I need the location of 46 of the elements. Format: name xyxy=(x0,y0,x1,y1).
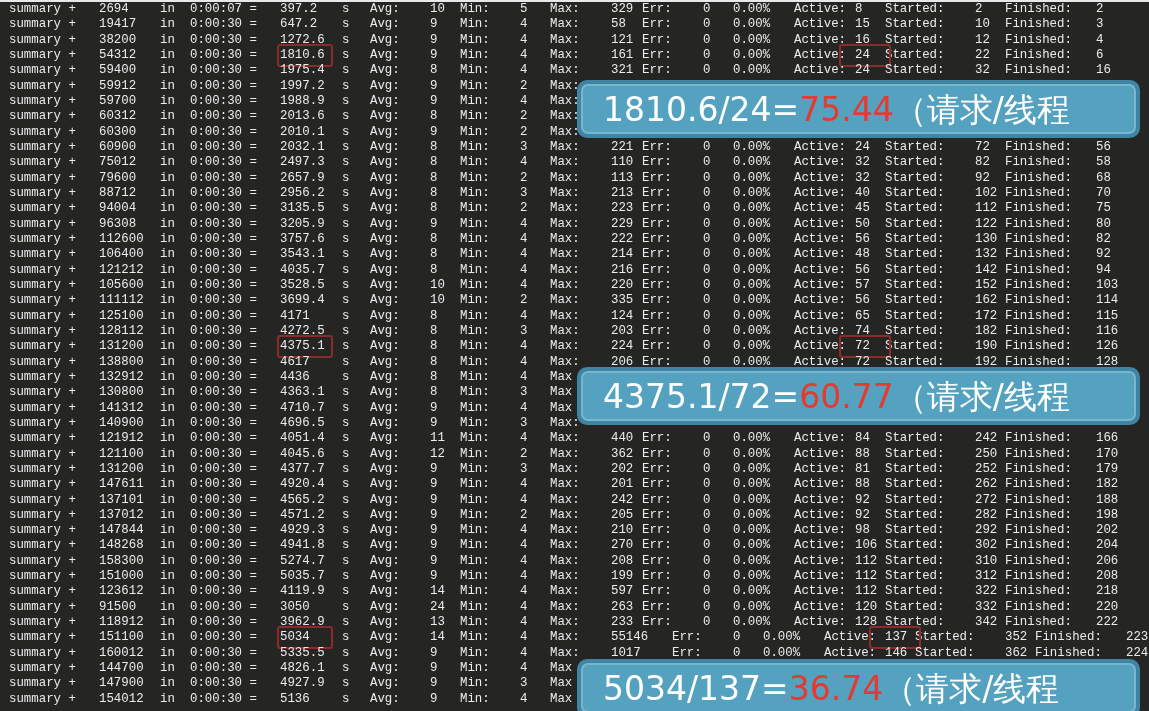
log-line: summary + 138800 in 0:00:30 = 4617 s Avg: 8 Min: 4 Max: 206 Err: 0 0.00% Active: 72 Started: 192 Finished: 128 xyxy=(9,354,1120,370)
log-line: summary + 96308 in 0:00:30 = 3205.9 s Avg: 9 Min: 4 Max: 229 Err: 0 0.00% Active: 50 Started: 122 Finished: 80 xyxy=(9,216,1112,232)
formula-text: 1810.6/24=75.44（请求/线程 xyxy=(603,92,1070,126)
log-line: summary + 118912 in 0:00:30 = 3962.9 s Avg: 13 Min: 4 Max: 233 Err: 0 0.00% Active: 128 Started: 342 Finished: 222 xyxy=(9,615,1120,631)
log-line: summary + 137012 in 0:00:30 = 4571.2 s Avg: 9 Min: 2 Max: 205 Err: 0 0.00% Active: 92 Started: 282 Finished: 198 xyxy=(9,507,1120,524)
formula-text: 4375.1/72=60.77（请求/线程 xyxy=(603,379,1070,413)
log-line: summary + 147900 in 0:00:30 = 4927.9 s Avg: 9 Min: 3 Max xyxy=(9,676,574,692)
log-line: summary + 19417 in 0:00:30 = 647.2 s Avg: 9 Min: 4 Max: 58 Err: 0 0.00% Active: 15 Started: 10 Finished: 3 xyxy=(9,17,1105,33)
log-line: summary + 147611 in 0:00:30 = 4920.4 s Avg: 9 Min: 4 Max: 201 Err: 0 0.00% Active: 88 Started: 262 Finished: 182 xyxy=(9,477,1120,493)
log-line: summary + 137101 in 0:00:30 = 4565.2 s Avg: 9 Min: 4 Max: 242 Err: 0 0.00% Active: 92 Started: 272 Finished: 188 xyxy=(9,492,1120,508)
log-line: summary + 59700 in 0:00:30 = 1988.9 s Avg: 9 Min: 4 Max: xyxy=(9,93,581,110)
log-line: summary + 132912 in 0:00:30 = 4436 s Avg: 8 Min: 4 Max xyxy=(9,369,574,386)
log-line: summary + 128112 in 0:00:30 = 4272.5 s Avg: 8 Min: 3 Max: 203 Err: 0 0.00% Active: 74 Started: 182 Finished: 116 xyxy=(9,323,1120,340)
log-line: summary + 75012 in 0:00:30 = 2497.3 s Avg: 8 Min: 4 Max: 110 Err: 0 0.00% Active: 32 Started: 82 Finished: 58 xyxy=(9,155,1112,171)
log-line: summary + 158300 in 0:00:30 = 5274.7 s Avg: 9 Min: 4 Max: 208 Err: 0 0.00% Active: 112 Started: 310 Finished: 206 xyxy=(9,553,1120,570)
log-line: summary + 60312 in 0:00:30 = 2013.6 s Avg: 8 Min: 2 Max: xyxy=(9,109,581,125)
log-line: summary + 60900 in 0:00:30 = 2032.1 s Avg: 8 Min: 3 Max: 221 Err: 0 0.00% Active: 24 Started: 72 Finished: 56 xyxy=(9,139,1112,156)
log-line: summary + 121912 in 0:00:30 = 4051.4 s Avg: 11 Min: 4 Max: 440 Err: 0 0.00% Active: 84 Started: 242 Finished: 166 xyxy=(9,431,1120,447)
log-line: summary + 151000 in 0:00:30 = 5035.7 s Avg: 9 Min: 4 Max: 199 Err: 0 0.00% Active: 112 Started: 312 Finished: 208 xyxy=(9,569,1120,585)
log-line: summary + 112600 in 0:00:30 = 3757.6 s Avg: 8 Min: 4 Max: 222 Err: 0 0.00% Active: 56 Started: 130 Finished: 82 xyxy=(9,231,1112,248)
log-line: summary + 91500 in 0:00:30 = 3050 s Avg: 24 Min: 4 Max: 263 Err: 0 0.00% Active: 120 Started: 332 Finished: 220 xyxy=(9,599,1120,616)
log-line: summary + 79600 in 0:00:30 = 2657.9 s Avg: 8 Min: 2 Max: 113 Err: 0 0.00% Active: 32 Started: 92 Finished: 68 xyxy=(9,170,1112,186)
log-line: summary + 59400 in 0:00:30 = 1975.4 s Avg: 8 Min: 4 Max: 321 Err: 0 0.00% Active: 24 Started: 32 Finished: 16 xyxy=(9,63,1112,79)
log-line: summary + 105600 in 0:00:30 = 3528.5 s Avg: 10 Min: 4 Max: 220 Err: 0 0.00% Active: 57 Started: 152 Finished: 103 xyxy=(9,277,1120,294)
log-line: summary + 160012 in 0:00:30 = 5335.5 s Avg: 9 Min: 4 Max: 1017 Err: 0 0.00% Active: 146 Started: 362 Finished: 224 xyxy=(9,645,1149,662)
log-line: summary + 106400 in 0:00:30 = 3543.1 s Avg: 8 Min: 4 Max: 214 Err: 0 0.00% Active: 48 Started: 132 Finished: 92 xyxy=(9,247,1112,263)
log-line: summary + 131200 in 0:00:30 = 4377.7 s Avg: 9 Min: 3 Max: 202 Err: 0 0.00% Active: 81 Started: 252 Finished: 179 xyxy=(9,461,1120,478)
log-line: summary + 125100 in 0:00:30 = 4171 s Avg: 8 Min: 4 Max: 124 Err: 0 0.00% Active: 65 Started: 172 Finished: 115 xyxy=(9,308,1120,324)
log-line: summary + 88712 in 0:00:30 = 2956.2 s Avg: 8 Min: 3 Max: 213 Err: 0 0.00% Active: 40 Started: 102 Finished: 70 xyxy=(9,185,1112,202)
log-line: summary + 2694 in 0:00:07 = 397.2 s Avg: 10 Min: 5 Max: 329 Err: 0 0.00% Active: 8 Started: 2 Finished: 2 xyxy=(9,2,1105,18)
log-line: summary + 121212 in 0:00:30 = 4035.7 s Avg: 8 Min: 4 Max: 216 Err: 0 0.00% Active: 56 Started: 142 Finished: 94 xyxy=(9,262,1112,278)
formula-text: 5034/137=36.74（请求/线程 xyxy=(603,671,1060,705)
log-line: summary + 121100 in 0:00:30 = 4045.6 s Avg: 12 Min: 2 Max: 362 Err: 0 0.00% Active: 88 Started: 250 Finished: 170 xyxy=(9,446,1120,462)
log-line: summary + 38200 in 0:00:30 = 1272.6 s Avg: 9 Min: 4 Max: 121 Err: 0 0.00% Active: 16 Started: 12 Finished: 4 xyxy=(9,32,1105,48)
log-line: summary + 111112 in 0:00:30 = 3699.4 s Avg: 10 Min: 2 Max: 335 Err: 0 0.00% Active: 56 Started: 162 Finished: 114 xyxy=(9,293,1120,309)
log-line: summary + 140900 in 0:00:30 = 4696.5 s Avg: 9 Min: 3 Max: xyxy=(9,415,581,432)
log-line: summary + 130800 in 0:00:30 = 4363.1 s Avg: 8 Min: 3 Max xyxy=(9,385,574,401)
log-line: summary + 60300 in 0:00:30 = 2010.1 s Avg: 9 Min: 2 Max: xyxy=(9,124,581,140)
log-line: summary + 154012 in 0:00:30 = 5136 s Avg: 9 Min: 4 Max xyxy=(9,691,574,708)
log-line: summary + 144700 in 0:00:30 = 4826.1 s Avg: 9 Min: 4 Max xyxy=(9,661,574,677)
log-line: summary + 148268 in 0:00:30 = 4941.8 s Avg: 9 Min: 4 Max: 270 Err: 0 0.00% Active: 106 Started: 302 Finished: 204 xyxy=(9,538,1120,554)
log-line: summary + 147844 in 0:00:30 = 4929.3 s Avg: 9 Min: 4 Max: 210 Err: 0 0.00% Active: 98 Started: 292 Finished: 202 xyxy=(9,523,1120,539)
log-line: summary + 141312 in 0:00:30 = 4710.7 s Avg: 9 Min: 4 Max xyxy=(9,400,574,416)
log-line: summary + 123612 in 0:00:30 = 4119.9 s Avg: 14 Min: 4 Max: 597 Err: 0 0.00% Active: 112 Started: 322 Finished: 218 xyxy=(9,584,1120,600)
log-line: summary + 59912 in 0:00:30 = 1997.2 s Avg: 9 Min: 2 Max: xyxy=(9,78,581,94)
log-line: summary + 94004 in 0:00:30 = 3135.5 s Avg: 8 Min: 2 Max: 223 Err: 0 0.00% Active: 45 Started: 112 Finished: 75 xyxy=(9,201,1112,217)
